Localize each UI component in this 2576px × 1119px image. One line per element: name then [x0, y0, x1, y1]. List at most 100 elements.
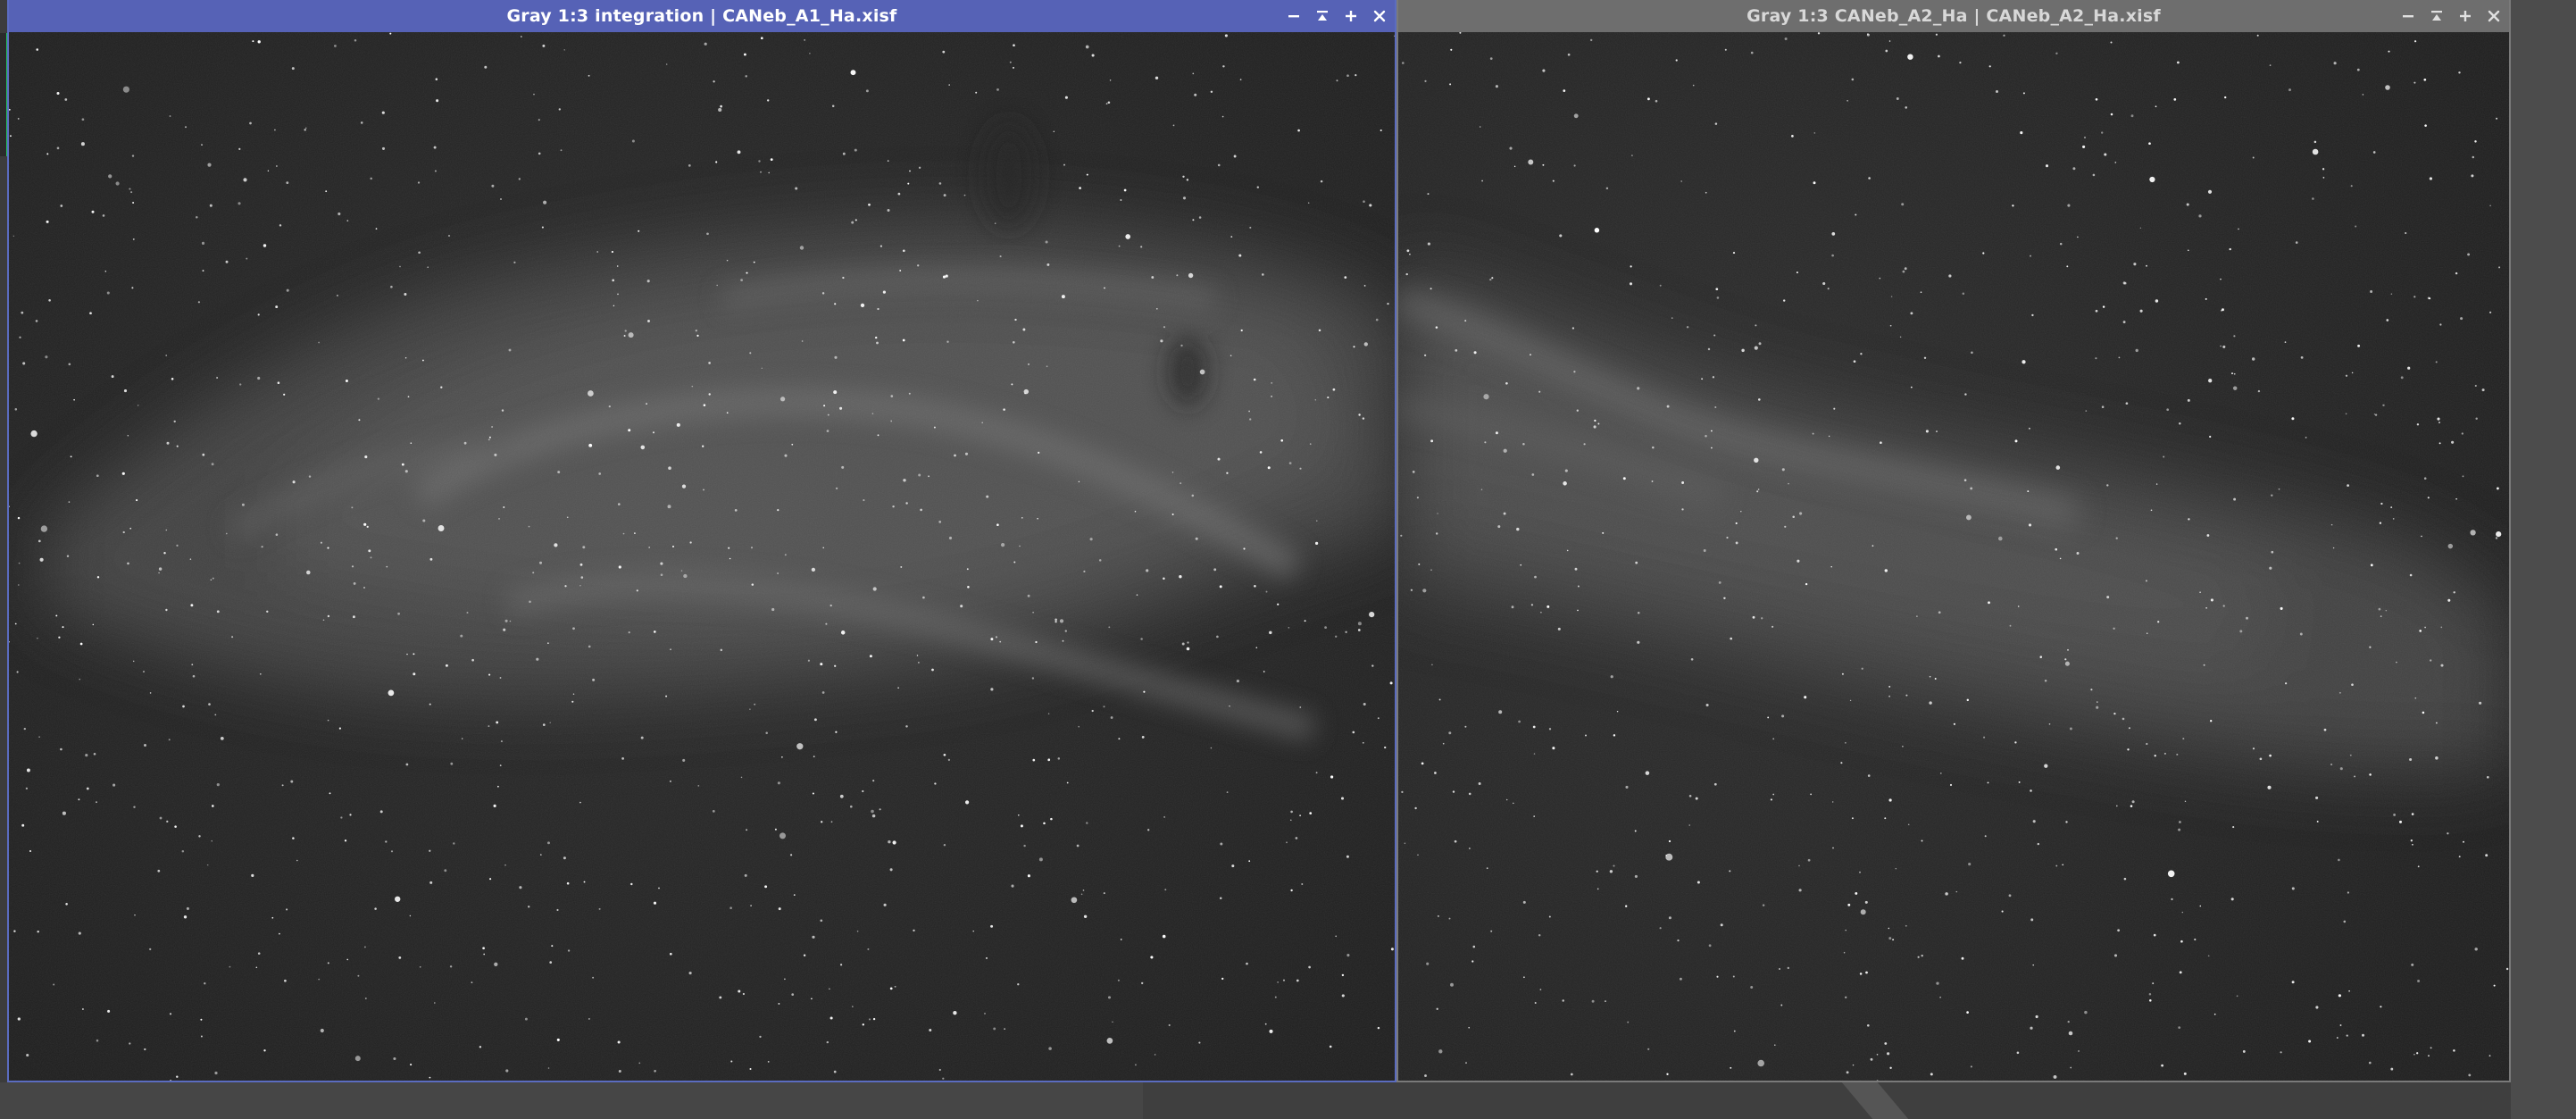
star [1885, 49, 1888, 53]
window-titlebar[interactable]: Gray 1:3 integration | CANeb_A1_Ha.xisf [9, 0, 1395, 32]
star [197, 301, 201, 304]
star [536, 657, 539, 661]
star [1450, 982, 1454, 987]
star [697, 785, 700, 787]
minimize-icon[interactable] [1284, 6, 1304, 26]
maximize-icon[interactable] [2455, 6, 2475, 26]
star [488, 436, 491, 438]
star [318, 341, 320, 344]
close-icon[interactable] [2484, 6, 2504, 26]
star [582, 546, 586, 549]
star [1024, 392, 1026, 395]
star [1574, 567, 1578, 571]
star [1335, 935, 1337, 938]
star [1613, 864, 1615, 867]
star [2055, 547, 2058, 551]
star [2179, 821, 2181, 823]
star [2496, 531, 2502, 538]
star [2059, 557, 2062, 560]
star [239, 383, 242, 386]
star [1330, 775, 1334, 779]
shade-icon[interactable] [1313, 6, 1332, 26]
star [1063, 163, 1065, 166]
image-viewport[interactable] [9, 32, 1395, 1081]
star [696, 334, 699, 338]
star [2458, 856, 2461, 858]
star [2460, 317, 2463, 321]
star [2155, 105, 2157, 108]
star [479, 1046, 482, 1048]
star [1851, 78, 1855, 81]
star [726, 412, 729, 414]
star [948, 84, 950, 86]
shade-icon[interactable] [2427, 6, 2447, 26]
star [2413, 81, 2416, 84]
star [1086, 173, 1088, 176]
star [158, 572, 160, 574]
star [1688, 824, 1690, 826]
star [580, 576, 584, 579]
star [729, 557, 731, 560]
star [2414, 697, 2417, 699]
star [621, 757, 624, 760]
star [1613, 734, 1616, 737]
star [984, 1012, 986, 1015]
star [2323, 728, 2327, 731]
star [255, 966, 258, 969]
image-window-integration[interactable]: Gray 1:3 integration | CANeb_A1_Ha.xisf [7, 0, 1396, 1082]
star [447, 234, 451, 238]
star [2267, 785, 2272, 789]
maximize-icon[interactable] [1341, 6, 1361, 26]
star [842, 152, 846, 155]
star [1594, 228, 1600, 233]
star [917, 264, 920, 267]
star [1860, 353, 1863, 355]
star [89, 312, 92, 315]
star [494, 453, 497, 456]
window-titlebar[interactable]: Gray 1:3 CANeb_A2_Ha | CANeb_A2_Ha.xisf [1398, 0, 2509, 32]
star [712, 810, 715, 813]
star [948, 536, 953, 540]
star [108, 174, 113, 179]
star [133, 806, 136, 808]
star [1597, 422, 1600, 425]
star [821, 821, 823, 823]
image-window-caneb-a2[interactable]: Gray 1:3 CANeb_A2_Ha | CANeb_A2_Ha.xisf [1396, 0, 2511, 1082]
star [30, 430, 38, 438]
close-icon[interactable] [1370, 6, 1389, 26]
star [18, 562, 21, 564]
star [892, 505, 895, 508]
star [1027, 874, 1030, 878]
star [2489, 205, 2491, 207]
star [1452, 790, 1455, 793]
star [1843, 951, 1846, 954]
star [498, 518, 500, 520]
star [1596, 888, 1599, 890]
star [907, 182, 910, 185]
star [1757, 398, 1761, 401]
star [883, 903, 887, 906]
image-viewport[interactable] [1398, 32, 2509, 1081]
star [1562, 999, 1564, 1002]
star [351, 565, 354, 568]
star [404, 470, 408, 473]
star [804, 39, 805, 41]
star [771, 607, 775, 612]
star [1629, 282, 1633, 286]
star [880, 245, 882, 247]
star [658, 887, 660, 889]
star [784, 978, 786, 981]
star [2122, 717, 2125, 721]
star [225, 260, 229, 263]
star [1679, 977, 1682, 981]
star [630, 882, 633, 886]
star [1255, 647, 1258, 649]
minimize-icon[interactable] [2398, 6, 2418, 26]
star [435, 78, 438, 80]
star [897, 687, 899, 689]
star [2252, 156, 2255, 159]
star [1637, 387, 1640, 390]
star [2199, 905, 2202, 907]
star [2182, 738, 2185, 740]
star [2467, 253, 2471, 256]
